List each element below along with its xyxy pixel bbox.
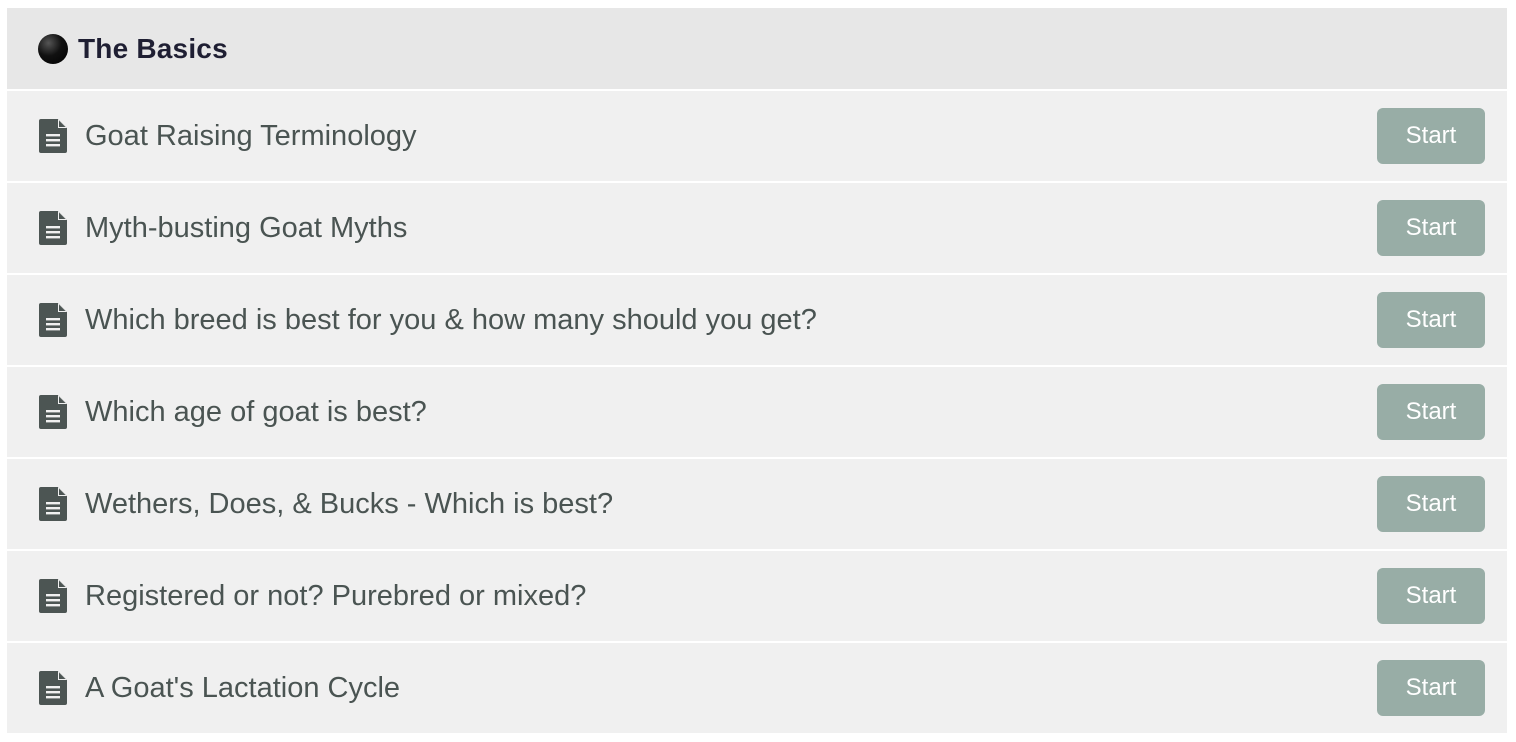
lesson-title: Myth-busting Goat Myths (85, 211, 408, 244)
document-icon (39, 395, 67, 429)
lesson-row[interactable]: Myth-busting Goat Myths Start (7, 183, 1507, 275)
start-button[interactable]: Start (1377, 568, 1485, 624)
lesson-list: Goat Raising Terminology Start Myth-bust… (7, 91, 1507, 735)
lesson-row[interactable]: A Goat's Lactation Cycle Start (7, 643, 1507, 735)
document-icon (39, 119, 67, 153)
lesson-row[interactable]: Which breed is best for you & how many s… (7, 275, 1507, 367)
lesson-title: Wethers, Does, & Bucks - Which is best? (85, 487, 614, 520)
course-section: The Basics Goat Raising Terminology Star… (7, 8, 1507, 735)
start-button[interactable]: Start (1377, 476, 1485, 532)
start-button[interactable]: Start (1377, 200, 1485, 256)
lesson-row[interactable]: Wethers, Does, & Bucks - Which is best? … (7, 459, 1507, 551)
lesson-row[interactable]: Registered or not? Purebred or mixed? St… (7, 551, 1507, 643)
lesson-title: Goat Raising Terminology (85, 119, 417, 152)
start-button[interactable]: Start (1377, 108, 1485, 164)
lesson-row[interactable]: Goat Raising Terminology Start (7, 91, 1507, 183)
start-button[interactable]: Start (1377, 660, 1485, 716)
document-icon (39, 579, 67, 613)
document-icon (39, 487, 67, 521)
start-button[interactable]: Start (1377, 384, 1485, 440)
black-circle-icon (38, 33, 68, 64)
document-icon (39, 211, 67, 245)
lesson-title: Which breed is best for you & how many s… (85, 303, 817, 336)
document-icon (39, 671, 67, 705)
lesson-title: Which age of goat is best? (85, 395, 427, 428)
section-header[interactable]: The Basics (7, 8, 1507, 91)
lesson-title: Registered or not? Purebred or mixed? (85, 579, 587, 612)
lesson-title: A Goat's Lactation Cycle (85, 671, 401, 704)
start-button[interactable]: Start (1377, 292, 1485, 348)
lesson-row[interactable]: Which age of goat is best? Start (7, 367, 1507, 459)
section-title: The Basics (78, 32, 228, 64)
document-icon (39, 303, 67, 337)
